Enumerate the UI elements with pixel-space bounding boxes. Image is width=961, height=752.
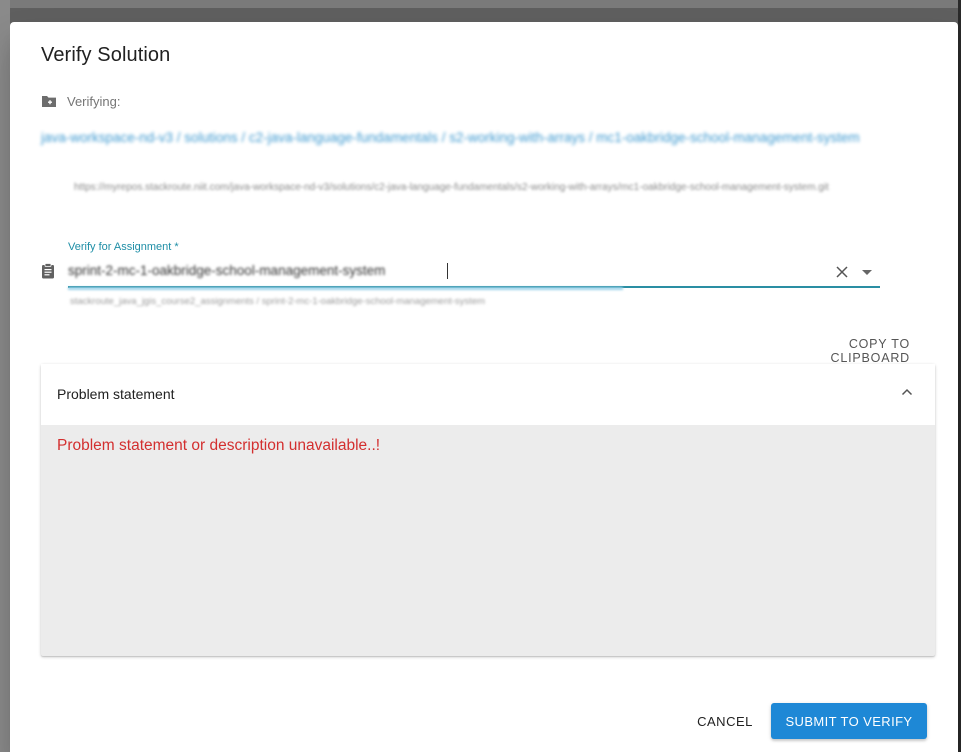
assignment-hint: stackroute_java_jgis_course2_assignments… [70, 296, 486, 307]
clear-icon[interactable] [836, 266, 848, 278]
problem-statement-header[interactable]: Problem statement [41, 364, 935, 425]
problem-statement-title: Problem statement [57, 386, 175, 402]
repository-path-link[interactable]: java-workspace-nd-v3 / solutions / c2-ja… [41, 126, 901, 149]
verifying-label: Verifying: [67, 94, 121, 109]
backdrop-left-edge [0, 0, 10, 752]
text-caret [447, 263, 448, 279]
verifying-row: Verifying: [41, 94, 120, 109]
chevron-up-icon[interactable] [901, 388, 913, 396]
dialog-title: Verify Solution [41, 44, 171, 66]
verify-solution-dialog: Verify Solution Verifying: java-workspac… [10, 22, 958, 752]
copy-to-clipboard-button[interactable]: COPY TO CLIPBOARD [770, 337, 910, 365]
backdrop-top-edge [0, 0, 961, 8]
cancel-button[interactable]: CANCEL [690, 704, 760, 738]
problem-statement-message: Problem statement or description unavail… [57, 437, 381, 454]
repository-url: https://myrepos.stackroute.niit.com/java… [74, 182, 829, 193]
submit-to-verify-button[interactable]: SUBMIT TO VERIFY [771, 703, 927, 739]
assignment-input-highlight [68, 287, 623, 290]
assignment-input[interactable]: sprint-2-mc-1-oakbridge-school-managemen… [68, 260, 828, 282]
assignment-field-label: Verify for Assignment * [68, 241, 179, 253]
clipboard-icon [42, 263, 54, 279]
folder-icon [42, 96, 56, 107]
problem-statement-panel: Problem statement Problem statement or d… [41, 364, 935, 656]
dropdown-arrow-icon[interactable] [862, 270, 872, 275]
